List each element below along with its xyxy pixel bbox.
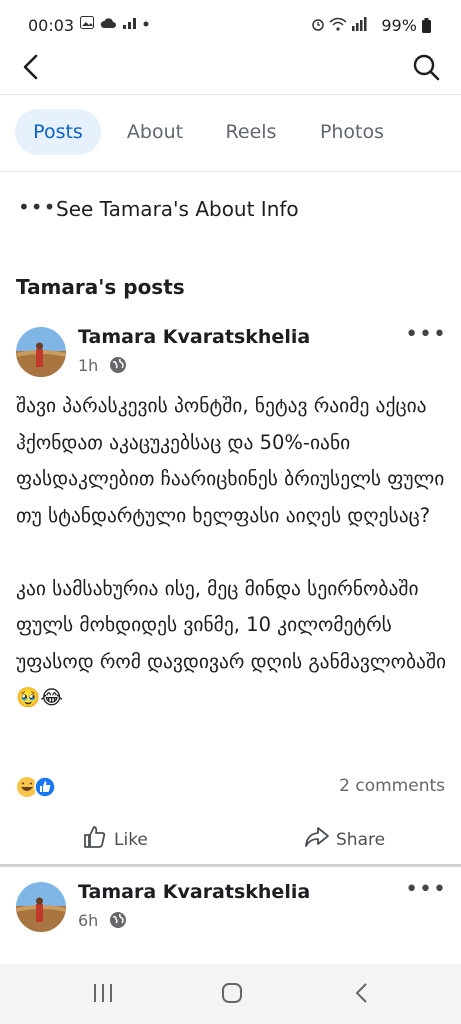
profile-tabs: Posts About Reels Photos — [0, 95, 461, 172]
comments-count[interactable]: 2 comments — [339, 776, 445, 796]
like-reaction-icon — [34, 776, 56, 798]
home-button[interactable] — [220, 982, 244, 1008]
post-meta: 6h — [78, 911, 127, 930]
search-button[interactable] — [411, 52, 441, 82]
back-arrow-icon — [23, 54, 38, 80]
see-about-info-row[interactable]: ••• See Tamara's About Info — [0, 185, 461, 235]
avatar[interactable] — [16, 327, 66, 377]
notification-icons — [80, 16, 150, 33]
post-time[interactable]: 1h — [78, 356, 98, 375]
search-icon — [413, 54, 440, 81]
system-icons — [311, 17, 375, 35]
status-bar: 00:03 99% — [0, 0, 461, 48]
share-icon — [305, 827, 329, 847]
globe-icon — [110, 357, 127, 373]
back-nav-button[interactable] — [352, 982, 372, 1008]
battery-percent: 99% — [381, 16, 417, 35]
see-about-info-label: See Tamara's About Info — [56, 197, 299, 221]
top-bar — [0, 48, 461, 95]
signal-bars-icon — [352, 17, 367, 31]
like-label: Like — [114, 830, 148, 850]
post-more-button[interactable]: ••• — [405, 322, 447, 347]
like-button[interactable]: Like — [82, 824, 148, 850]
recents-icon — [94, 984, 112, 1002]
post-more-button[interactable]: ••• — [405, 877, 447, 902]
wifi-icon — [329, 17, 347, 31]
share-button[interactable]: Share — [304, 824, 385, 850]
globe-icon — [110, 912, 127, 928]
back-nav-icon — [355, 983, 367, 1003]
post-card: Tamara Kvaratskhelia 1h ••• შავი პარასკე… — [0, 318, 461, 864]
section-title: Tamara's posts — [16, 275, 185, 299]
post-author[interactable]: Tamara Kvaratskhelia — [78, 881, 310, 903]
post-text: შავი პარასკევის პონტში, ნეტავ რაიმე აქცი… — [16, 394, 447, 709]
status-right: 99% — [311, 16, 431, 35]
tab-photos[interactable]: Photos — [306, 109, 398, 155]
more-dots-icon: ••• — [18, 195, 57, 219]
home-icon — [222, 983, 242, 1003]
gallery-icon — [80, 16, 94, 29]
reaction-summary[interactable] — [16, 776, 56, 802]
dot-icon — [143, 21, 149, 27]
tab-about[interactable]: About — [112, 109, 198, 155]
system-nav-bar — [0, 964, 461, 1024]
post-author[interactable]: Tamara Kvaratskhelia — [78, 326, 310, 348]
post-card: Tamara Kvaratskhelia 6h ••• — [0, 867, 461, 964]
post-time[interactable]: 6h — [78, 911, 98, 930]
tab-posts[interactable]: Posts — [15, 109, 101, 155]
signal-icon — [123, 18, 137, 29]
share-label: Share — [336, 830, 386, 850]
post-meta: 1h — [78, 356, 127, 375]
battery-icon — [422, 18, 431, 33]
status-time: 00:03 — [28, 16, 75, 35]
tab-reels[interactable]: Reels — [208, 109, 294, 155]
alarm-icon — [312, 19, 324, 31]
cloud-icon — [100, 18, 117, 28]
avatar[interactable] — [16, 882, 66, 932]
back-button[interactable] — [18, 52, 46, 82]
recents-button[interactable] — [92, 982, 114, 1008]
like-icon — [84, 826, 106, 848]
